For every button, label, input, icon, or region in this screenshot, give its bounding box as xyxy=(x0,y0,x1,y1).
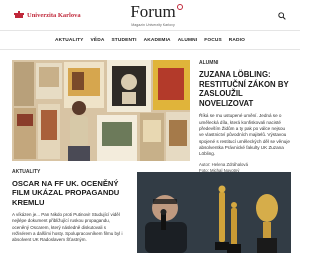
article1-title[interactable]: Zuzana Löbling: Restituční zákon by zasl… xyxy=(199,70,291,108)
article2-category[interactable]: AKTUALITY xyxy=(12,169,124,175)
university-name: Univerzita Karlova xyxy=(27,11,81,19)
nav-item-focus[interactable]: FOCUS xyxy=(204,38,222,43)
nav-item-studenti[interactable]: STUDENTI xyxy=(111,38,136,43)
nav-item-aktuality[interactable]: AKTUALITY xyxy=(55,38,84,43)
article1-image[interactable] xyxy=(12,60,190,161)
main-nav: AKTUALITY VĚDA STUDENTI AKADEMIA ALUMNI … xyxy=(0,30,300,50)
nav-item-radio[interactable]: RADIO xyxy=(229,38,245,43)
crest-icon xyxy=(14,11,24,19)
article1-category[interactable]: ALUMNI xyxy=(199,60,291,66)
nav-item-veda[interactable]: VĚDA xyxy=(91,38,105,43)
forum-subtitle: Magazín Univerzity Karlovy xyxy=(131,23,175,27)
nav-item-akademia[interactable]: AKADEMIA xyxy=(144,38,171,43)
search-icon[interactable] xyxy=(278,12,286,20)
university-logo[interactable]: Univerzita Karlova xyxy=(14,11,81,19)
article2-title[interactable]: Oscar na FF UK. Oceněný film ukázal prop… xyxy=(12,179,124,207)
forum-logo[interactable]: Forum Magazín Univerzity Karlovy xyxy=(118,3,188,27)
oscar-event-picture xyxy=(137,172,291,253)
article2-perex: A víkázen je... Pan Nikdo proti Putinovi… xyxy=(12,212,123,243)
nav-item-alumni[interactable]: ALUMNI xyxy=(178,38,198,43)
article2-image[interactable] xyxy=(137,172,291,253)
posters-wall-picture xyxy=(12,60,190,161)
logo-dot-icon xyxy=(176,4,183,10)
forum-title: Forum xyxy=(130,3,183,20)
site-header: Univerzita Karlova Forum Magazín Univerz… xyxy=(0,0,300,30)
article2-teaser: AKTUALITY Oscar na FF UK. Oceněný film u… xyxy=(12,169,124,243)
article1-teaser: ALUMNI Zuzana Löbling: Restituční zákon … xyxy=(199,60,291,174)
article1-perex: Říká se mu ustupené umění. Jedná se o um… xyxy=(199,113,290,157)
